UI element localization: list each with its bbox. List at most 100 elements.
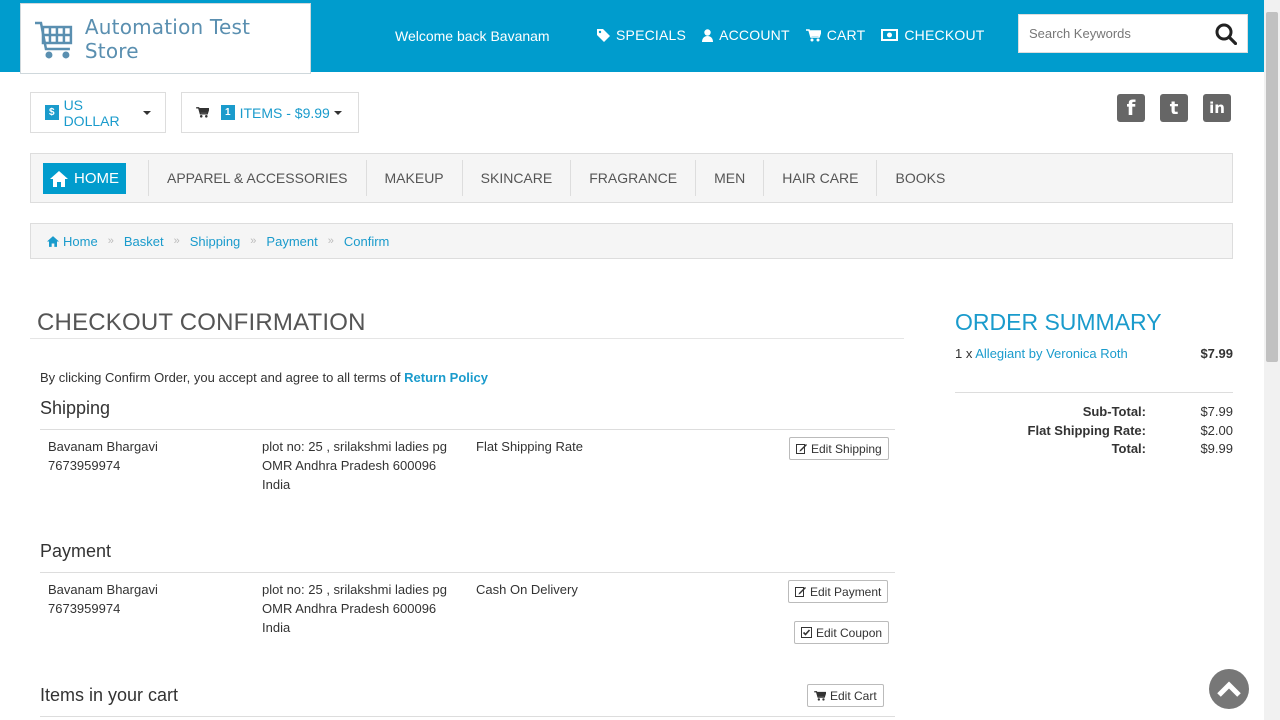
search-icon[interactable] [1215, 23, 1237, 45]
home-menu-button[interactable]: HOME [43, 163, 126, 194]
top-nav: SPECIALS ACCOUNT CART CHECKOUT [597, 27, 985, 43]
breadcrumb-confirm[interactable]: Confirm [344, 234, 390, 249]
scrollbar-thumb[interactable] [1266, 12, 1278, 362]
nav-specials-label: SPECIALS [616, 27, 687, 43]
order-summary-title: ORDER SUMMARY [955, 309, 1162, 335]
payment-contact: Bavanam Bhargavi 7673959974 [48, 580, 158, 618]
chevron-up-icon [1217, 681, 1241, 697]
payment-heading: Payment [40, 541, 112, 561]
linkedin-icon[interactable]: in [1203, 94, 1231, 122]
summary-item: 1 x Allegiant by Veronica Roth [955, 346, 1128, 361]
currency-dropdown[interactable]: $ US DOLLAR [30, 92, 166, 133]
shipping-address-line3: India [262, 477, 291, 492]
breadcrumb-separator-icon: » [327, 235, 334, 247]
edit-shipping-button[interactable]: Edit Shipping [789, 437, 889, 460]
nav-specials[interactable]: SPECIALS [597, 27, 686, 43]
edit-payment-button[interactable]: Edit Payment [788, 580, 889, 603]
category-hair-care[interactable]: HAIR CARE [763, 160, 876, 196]
nav-cart-label: CART [826, 27, 866, 43]
social-links: f t in [1117, 94, 1231, 122]
shipping-contact: Bavanam Bhargavi 7673959974 [48, 437, 158, 475]
category-apparel[interactable]: APPAREL & ACCESSORIES [148, 160, 366, 196]
home-icon [50, 170, 68, 187]
twitter-icon[interactable]: t [1160, 94, 1188, 122]
cart-items-heading: Items in your cart [40, 685, 179, 705]
shipping-address-line1: plot no: 25 , srilakshmi ladies pg [262, 439, 447, 454]
breadcrumb-home[interactable]: Home [63, 234, 98, 249]
shipping-divider [40, 429, 895, 430]
cart-items-divider [40, 716, 895, 717]
check-square-icon [801, 627, 812, 638]
logo-text: Automation Test Store [84, 14, 251, 63]
summary-total-row: Total: $9.99 [955, 441, 1233, 456]
tag-icon [597, 28, 610, 42]
cart-icon [814, 690, 826, 701]
terms-text: By clicking Confirm Order, you accept an… [40, 370, 405, 385]
payment-name: Bavanam Bhargavi [48, 582, 158, 597]
category-skincare[interactable]: SKINCARE [461, 160, 571, 196]
breadcrumb-payment[interactable]: Payment [266, 234, 317, 249]
shipping-address-line2: OMR Andhra Pradesh 600096 [262, 458, 437, 473]
subtotal-value: $7.99 [1200, 404, 1233, 419]
category-fragrance[interactable]: FRAGRANCE [570, 160, 695, 196]
top-header: Automation Test Store Welcome back Bavan… [0, 0, 1264, 74]
subtotal-label: Sub-Total: [1082, 404, 1146, 419]
breadcrumb-separator-icon: » [250, 235, 257, 247]
store-logo[interactable]: Automation Test Store [20, 3, 311, 74]
edit-icon [795, 587, 806, 597]
money-icon [881, 29, 899, 41]
caret-down-icon [333, 110, 342, 115]
home-menu-label: HOME [74, 170, 119, 187]
cart-count-badge: 1 [221, 105, 235, 120]
breadcrumb-separator-icon: » [173, 235, 180, 247]
breadcrumb: Home » Basket » Shipping » Payment » Con… [30, 223, 1233, 259]
caret-down-icon [143, 110, 151, 115]
shipping-heading: Shipping [40, 398, 111, 418]
facebook-icon[interactable]: f [1117, 94, 1145, 122]
payment-phone: 7673959974 [48, 601, 121, 616]
summary-item-qty: 1 x [955, 346, 973, 361]
terms-notice: By clicking Confirm Order, you accept an… [40, 370, 488, 385]
summary-subtotal-row: Sub-Total: $7.99 [955, 404, 1233, 419]
cart-icon [805, 28, 821, 41]
title-divider [30, 338, 904, 339]
category-list: APPAREL & ACCESSORIES MAKEUP SKINCARE FR… [148, 160, 963, 196]
nav-cart[interactable]: CART [805, 27, 866, 43]
nav-account[interactable]: ACCOUNT [702, 27, 790, 43]
category-menu: HOME APPAREL & ACCESSORIES MAKEUP SKINCA… [30, 153, 1233, 203]
return-policy-link[interactable]: Return Policy [404, 370, 488, 385]
edit-icon [796, 444, 807, 454]
edit-cart-button[interactable]: Edit Cart [807, 684, 884, 707]
edit-shipping-label: Edit Shipping [811, 441, 882, 456]
category-books[interactable]: BOOKS [876, 160, 963, 196]
category-makeup[interactable]: MAKEUP [365, 160, 462, 196]
breadcrumb-separator-icon: » [107, 235, 114, 247]
nav-account-label: ACCOUNT [719, 27, 790, 43]
category-men[interactable]: MEN [695, 160, 763, 196]
breadcrumb-shipping[interactable]: Shipping [190, 234, 241, 249]
edit-coupon-label: Edit Coupon [816, 625, 883, 640]
shipping-rate-value: $2.00 [1200, 423, 1233, 438]
edit-cart-label: Edit Cart [830, 688, 877, 703]
currency-label: US DOLLAR [63, 96, 120, 129]
cart-total-label: ITEMS - $9.99 [239, 104, 330, 121]
shipping-phone: 7673959974 [48, 458, 121, 473]
page-title: CHECKOUT CONFIRMATION [37, 309, 366, 336]
total-label: Total: [1111, 441, 1146, 456]
edit-coupon-button[interactable]: Edit Coupon [794, 621, 890, 644]
home-icon [47, 235, 59, 247]
shipping-address: plot no: 25 , srilakshmi ladies pg OMR A… [262, 437, 447, 494]
page-scrollbar[interactable] [1264, 0, 1280, 720]
scroll-to-top-button[interactable] [1209, 669, 1249, 709]
cart-icon [196, 107, 209, 118]
currency-badge: $ [45, 105, 59, 120]
nav-checkout-label: CHECKOUT [904, 27, 985, 43]
nav-checkout[interactable]: CHECKOUT [881, 27, 984, 43]
search-input[interactable] [1019, 26, 1204, 41]
edit-payment-label: Edit Payment [810, 584, 882, 599]
user-icon [702, 28, 714, 42]
breadcrumb-basket[interactable]: Basket [124, 234, 164, 249]
welcome-message[interactable]: Welcome back Bavanam [395, 28, 550, 44]
summary-item-link[interactable]: Allegiant by Veronica Roth [975, 346, 1127, 361]
cart-dropdown[interactable]: 1 ITEMS - $9.99 [181, 92, 359, 133]
